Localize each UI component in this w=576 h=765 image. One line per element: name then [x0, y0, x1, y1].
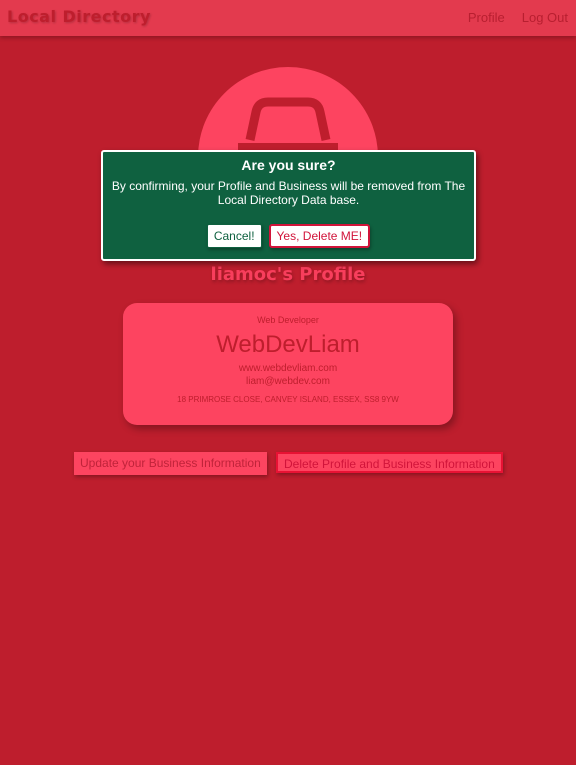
update-business-button[interactable]: Update your Business Information — [74, 452, 267, 475]
business-name: WebDevLiam — [216, 331, 360, 358]
modal-actions: Cancel! Yes, Delete ME! — [103, 224, 474, 248]
nav-links: Profile Log Out — [468, 10, 568, 25]
modal-title: Are you sure? — [241, 157, 336, 173]
address: 18 PRIMROSE CLOSE, CANVEY ISLAND, ESSEX,… — [177, 395, 399, 404]
nav-link-profile[interactable]: Profile — [468, 10, 505, 25]
navbar: Local Directory Profile Log Out — [0, 0, 576, 36]
confirm-delete-button[interactable]: Yes, Delete ME! — [268, 224, 371, 248]
delete-profile-button[interactable]: Delete Profile and Business Information — [276, 452, 503, 473]
website-link[interactable]: www.webdevliam.com — [123, 363, 453, 374]
job-title: Web Developer — [257, 315, 319, 325]
email-link[interactable]: liam@webdev.com — [123, 376, 453, 387]
nav-link-logout[interactable]: Log Out — [522, 10, 568, 25]
profile-heading: liamoc's Profile — [210, 264, 366, 285]
business-card: Web Developer WebDevLiam www.webdevliam.… — [123, 303, 453, 425]
confirm-delete-modal: Are you sure? By confirming, your Profil… — [101, 150, 476, 261]
brand-logo[interactable]: Local Directory — [7, 7, 151, 26]
modal-message: By confirming, your Profile and Business… — [111, 179, 466, 207]
cancel-button[interactable]: Cancel! — [206, 224, 262, 248]
